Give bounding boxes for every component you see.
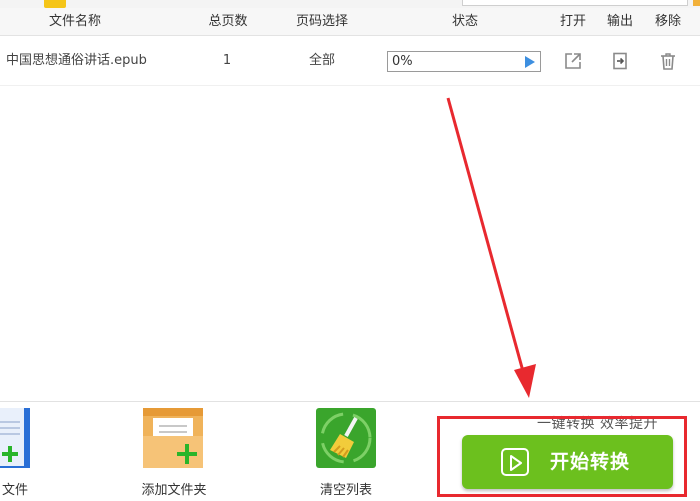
output-icon[interactable] <box>610 51 630 71</box>
add-file-button[interactable]: 文件 <box>0 401 50 501</box>
play-icon <box>501 448 529 476</box>
table-row[interactable]: 中国思想通俗讲话.epub 1 全部 0% <box>0 36 700 86</box>
open-external-icon[interactable] <box>563 51 583 71</box>
total-pages: 1 <box>222 53 232 68</box>
header-page-range[interactable]: 页码选择 <box>282 8 362 36</box>
folder-icon <box>44 0 66 8</box>
path-field[interactable] <box>462 0 688 6</box>
header-file-name[interactable]: 文件名称 <box>0 8 150 36</box>
header-total-pages[interactable]: 总页数 <box>190 8 266 36</box>
clear-list-label: 清空列表 <box>319 483 372 498</box>
browse-icon[interactable] <box>693 0 700 6</box>
start-convert-button[interactable]: 开始转换 <box>462 435 673 489</box>
start-convert-label: 开始转换 <box>550 451 631 473</box>
progress-bar: 0% <box>387 51 541 72</box>
trash-icon[interactable] <box>658 51 678 71</box>
top-bar <box>0 0 700 8</box>
add-folder-button[interactable]: 添加文件夹 <box>134 401 214 501</box>
add-folder-label: 添加文件夹 <box>141 483 207 498</box>
header-status[interactable]: 状态 <box>430 8 500 36</box>
header-output: 输出 <box>606 14 633 29</box>
file-table-header: 文件名称 总页数 页码选择 状态 打开 输出 移除 <box>0 8 700 36</box>
file-name: 中国思想通俗讲话.epub <box>6 53 147 68</box>
clear-list-button[interactable]: 清空列表 <box>306 401 386 501</box>
header-open: 打开 <box>559 14 586 29</box>
convert-tagline: 一键转换 效率提升 <box>537 416 658 432</box>
add-file-label: 文件 <box>1 483 28 498</box>
header-remove: 移除 <box>654 14 681 29</box>
play-icon[interactable] <box>525 56 535 68</box>
page-range-select[interactable]: 全部 <box>282 36 362 86</box>
progress-percent: 0% <box>392 54 413 69</box>
